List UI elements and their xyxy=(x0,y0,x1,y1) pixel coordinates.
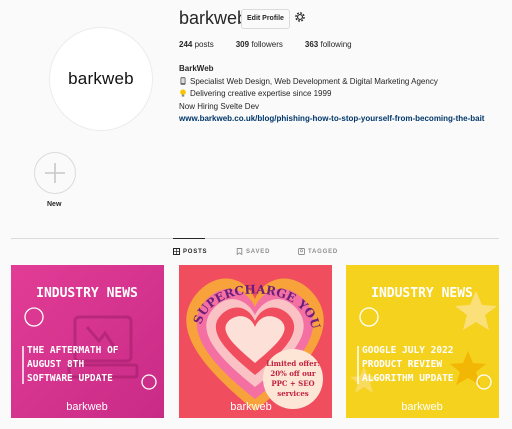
post-2-offer-line-4: services xyxy=(277,389,309,398)
post-2-brand: barkweb xyxy=(230,401,272,413)
phone-icon xyxy=(180,76,186,85)
plus-icon xyxy=(45,163,65,183)
bio-name: BarkWeb xyxy=(179,64,214,73)
posts-stat: 244 posts xyxy=(179,40,214,49)
tab-tagged-label: TAGGED xyxy=(308,248,339,255)
profile-avatar[interactable]: barkweb xyxy=(49,27,153,131)
post-2-offer-line-3: PPC + SEO xyxy=(271,379,314,388)
following-stat[interactable]: 363 following xyxy=(305,40,352,49)
post-3-brand: barkweb xyxy=(401,401,443,413)
bio-line-3: Now Hiring Svelte Dev xyxy=(179,101,260,111)
avatar-wordmark: barkweb xyxy=(68,69,134,88)
tabs-divider xyxy=(11,238,499,239)
lightbulb-icon xyxy=(180,89,186,97)
following-count: 363 xyxy=(304,40,319,49)
post-tile-1[interactable]: INDUSTRY NEWS THE AFTERMATH OF AUGUST 8T… xyxy=(11,265,164,418)
new-highlight-button[interactable] xyxy=(34,152,76,194)
post-2-offer-line-2: 20% off our xyxy=(270,369,315,378)
tab-saved[interactable]: SAVED xyxy=(236,248,270,255)
tag-user-icon xyxy=(298,248,305,255)
bio-line-1: Specialist Web Design, Web Development &… xyxy=(179,76,484,89)
active-tab-indicator xyxy=(173,238,205,239)
tab-saved-label: SAVED xyxy=(246,248,271,255)
bio-line-2: Delivering creative expertise since 1999 xyxy=(179,88,484,101)
posts-stat-label: posts xyxy=(194,40,214,49)
post-3-line-3: ALGORITHM UPDATE xyxy=(362,373,454,384)
tab-posts-label: POSTS xyxy=(183,248,208,255)
edit-profile-button[interactable]: Edit Profile xyxy=(241,9,290,29)
followers-count: 309 xyxy=(235,40,250,49)
post-tile-2[interactable]: SUPERCHARGE YOUR ORGANIC SEARCH Limited … xyxy=(179,265,332,418)
post-1-heading: INDUSTRY NEWS xyxy=(36,286,138,301)
tab-posts[interactable]: POSTS xyxy=(173,248,207,255)
gear-icon[interactable] xyxy=(293,10,307,24)
bio-line-1-text: Specialist Web Design, Web Development &… xyxy=(190,76,438,86)
bio-line-2-text: Delivering creative expertise since 1999 xyxy=(190,89,332,98)
post-3-line-1: GOOGLE JULY 2022 xyxy=(362,345,454,356)
post-3-line-2: PRODUCT REVIEW xyxy=(362,359,442,370)
new-highlight-label: New xyxy=(47,201,62,208)
post-1-line-3: SOFTWARE UPDATE xyxy=(27,373,113,384)
post-1-line-2: AUGUST 8TH xyxy=(27,359,84,370)
bookmark-icon xyxy=(236,248,243,255)
grid-icon xyxy=(173,248,180,255)
profile-username: barkweb xyxy=(179,8,248,28)
post-1-line-1: THE AFTERMATH OF xyxy=(27,345,119,356)
followers-stat-label: followers xyxy=(251,40,283,49)
posts-count: 244 xyxy=(179,40,193,49)
post-2-offer-line-1: Limited offer: xyxy=(266,359,320,368)
profile-bio: BarkWeb Specialist Web Design, Web Devel… xyxy=(179,63,484,126)
post-1-brand: barkweb xyxy=(66,401,108,413)
following-stat-label: following xyxy=(320,40,352,49)
post-tile-3[interactable]: INDUSTRY NEWS GOOGLE JULY 2022 PRODUCT R… xyxy=(346,265,499,418)
tab-tagged[interactable]: TAGGED xyxy=(298,248,338,255)
post-3-heading: INDUSTRY NEWS xyxy=(371,286,473,301)
followers-stat[interactable]: 309 followers xyxy=(236,40,283,49)
bio-website-link[interactable]: www.barkweb.co.uk/blog/phishing-how-to-s… xyxy=(179,113,484,126)
profile-stats: 244 posts 309 followers 363 following xyxy=(179,40,352,49)
